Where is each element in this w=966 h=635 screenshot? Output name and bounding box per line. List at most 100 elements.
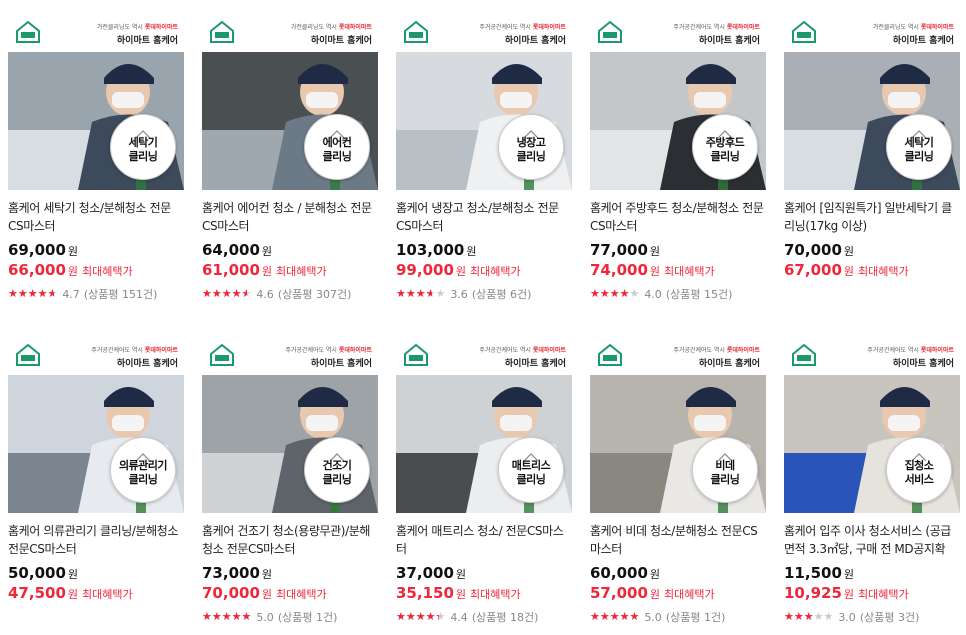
banner-tagline-brand: 롯데하이마트 xyxy=(338,347,372,354)
review-prefix: 상품평 xyxy=(864,611,895,624)
banner-tagline-brand: 롯데하이마트 xyxy=(920,347,954,354)
homecare-logo-icon xyxy=(209,343,235,367)
product-thumbnail[interactable]: 주거공간케어도 역시 롯데하이마트 하이마트 홈케어 냉장고 클리닝 xyxy=(396,14,572,190)
product-thumbnail[interactable]: 가전클리닝도 역시 롯데하이마트 하이마트 홈케어 세탁기 클리닝 xyxy=(784,14,960,190)
product-thumbnail[interactable]: 주거공간케어도 역시 롯데하이마트 하이마트 홈케어 주방후드 클리닝 xyxy=(590,14,766,190)
product-title[interactable]: 홈케어 [임직원특가] 일반세탁기 클리닝(17kg 이상) xyxy=(784,199,962,235)
sale-price: 66,000 원 최대혜택가 xyxy=(8,261,186,281)
banner-tagline-brand: 롯데하이마트 xyxy=(532,347,566,354)
homecare-logo-icon xyxy=(15,343,41,367)
original-price: 77,000 원 xyxy=(590,241,768,261)
currency-label: 원 xyxy=(67,265,79,278)
banner-tagline-prefix: 주거공간케어도 역시 xyxy=(479,24,531,31)
homecare-logo-icon xyxy=(403,20,429,44)
badge-label: 의류관리기 xyxy=(118,459,168,472)
product-card[interactable]: 가전클리닝도 역시 롯데하이마트 하이마트 홈케어 세탁기 클리닝홈케어 세탁기 청소… xyxy=(8,14,186,302)
review-count[interactable]: (상품평 15건) xyxy=(666,286,733,302)
badge-label: 클리닝 xyxy=(128,473,158,486)
review-count[interactable]: (상품평 151건) xyxy=(84,286,158,302)
currency-label: 원 xyxy=(261,568,273,581)
badge-label: 세탁기 xyxy=(128,136,158,149)
rating-score: 4.6 xyxy=(256,287,274,301)
product-card[interactable]: 주거공간케어도 역시 롯데하이마트 하이마트 홈케어 의류관리기 클리닝홈케어 의류관… xyxy=(8,337,186,604)
review-count[interactable]: (상품평 6건) xyxy=(472,286,532,302)
homecare-logo-icon xyxy=(791,343,817,367)
banner-service-name: 하이마트 홈케어 xyxy=(892,36,954,46)
star-rating-icon: ★★★★★★★★★★ xyxy=(396,610,446,623)
badge-label: 집청소 xyxy=(904,459,934,472)
product-thumbnail[interactable]: 주거공간케어도 역시 롯데하이마트 하이마트 홈케어 비데 클리닝 xyxy=(590,337,766,513)
rating-score: 3.0 xyxy=(838,610,856,624)
star-rating-icon: ★★★★★★★★★★ xyxy=(784,610,834,623)
review-number: 15 xyxy=(703,288,718,301)
product-title[interactable]: 홈케어 세탁기 청소/분해청소 전문CS마스터 xyxy=(8,199,186,235)
star-rating-icon: ★★★★★★★★★★ xyxy=(590,287,640,300)
product-title[interactable]: 홈케어 입주 이사 청소서비스 (공급면적 3.3㎡당, 구매 전 MD공지확인… xyxy=(784,522,962,558)
product-title[interactable]: 홈케어 매트리스 청소/ 전문CS마스터 xyxy=(396,522,574,558)
max-benefit-label: 최대혜택가 xyxy=(470,265,521,278)
banner-service-name: 하이마트 홈케어 xyxy=(892,359,954,369)
product-card[interactable]: 주거공간케어도 역시 롯데하이마트 하이마트 홈케어 집청소 서비스 홈케어 입주 이사… xyxy=(784,337,962,625)
review-count[interactable]: (상품평 1건) xyxy=(666,609,726,625)
currency-label: 원 xyxy=(843,245,855,258)
original-price: 37,000 원 xyxy=(396,564,574,584)
badge-label: 클리닝 xyxy=(710,473,740,486)
original-price-value: 50,000 xyxy=(8,564,66,582)
sale-price: 99,000 원 최대혜택가 xyxy=(396,261,574,281)
badge-label: 매트리스 xyxy=(511,459,551,472)
product-thumbnail[interactable]: 주거공간케어도 역시 롯데하이마트 하이마트 홈케어 집청소 서비스 xyxy=(784,337,960,513)
sale-price-value: 66,000 xyxy=(8,261,66,279)
original-price-value: 69,000 xyxy=(8,241,66,259)
product-thumbnail[interactable]: 가전클리닝도 역시 롯데하이마트 하이마트 홈케어 에어컨 클리닝 xyxy=(202,14,378,190)
review-count[interactable]: (상품평 1건) xyxy=(278,609,338,625)
max-benefit-label: 최대혜택가 xyxy=(470,588,521,601)
product-card[interactable]: 가전클리닝도 역시 롯데하이마트 하이마트 홈케어 에어컨 클리닝홈케어 에어컨 청소… xyxy=(202,14,380,302)
product-title[interactable]: 홈케어 비데 청소/분해청소 전문CS마스터 xyxy=(590,522,768,558)
banner-tagline-prefix: 주거공간케어도 역시 xyxy=(673,347,725,354)
review-prefix: 상품평 xyxy=(282,288,313,301)
review-suffix: 건 xyxy=(523,611,535,624)
product-title[interactable]: 홈케어 냉장고 청소/분해청소 전문CS마스터 xyxy=(396,199,574,235)
product-title[interactable]: 홈케어 의류관리기 클리닝/분해청소 전문CS마스터 xyxy=(8,522,186,558)
product-card[interactable]: 가전클리닝도 역시 롯데하이마트 하이마트 홈케어 세탁기 클리닝홈케어 [임직원특가… xyxy=(784,14,962,281)
currency-label: 원 xyxy=(649,245,661,258)
sale-price-value: 70,000 xyxy=(202,584,260,602)
review-count[interactable]: (상품평 18건) xyxy=(472,609,539,625)
product-card[interactable]: 주거공간케어도 역시 롯데하이마트 하이마트 홈케어 냉장고 클리닝홈케어 냉장고 청… xyxy=(396,14,574,302)
sale-price: 61,000 원 최대혜택가 xyxy=(202,261,380,281)
product-card[interactable]: 주거공간케어도 역시 롯데하이마트 하이마트 홈케어 주방후드 클리닝홈케어 주방후드… xyxy=(590,14,768,302)
review-suffix: 건 xyxy=(710,611,722,624)
product-card[interactable]: 주거공간케어도 역시 롯데하이마트 하이마트 홈케어 매트리스 클리닝홈케어 매트리스… xyxy=(396,337,574,625)
review-count[interactable]: (상품평 3건) xyxy=(860,609,920,625)
product-thumbnail[interactable]: 가전클리닝도 역시 롯데하이마트 하이마트 홈케어 세탁기 클리닝 xyxy=(8,14,184,190)
thumbnail-banner: 주거공간케어도 역시 롯데하이마트 하이마트 홈케어 xyxy=(396,14,572,52)
banner-service-name: 하이마트 홈케어 xyxy=(310,36,372,46)
review-prefix: 상품평 xyxy=(476,288,507,301)
product-thumbnail[interactable]: 주거공간케어도 역시 롯데하이마트 하이마트 홈케어 의류관리기 클리닝 xyxy=(8,337,184,513)
product-card[interactable]: 주거공간케어도 역시 롯데하이마트 하이마트 홈케어 건조기 클리닝홈케어 건조기 청… xyxy=(202,337,380,625)
rating-row: ★★★★★ ★★★★★ 4.7 (상품평 151건) xyxy=(8,286,186,302)
thumbnail-banner: 주거공간케어도 역시 롯데하이마트 하이마트 홈케어 xyxy=(590,14,766,52)
currency-label: 원 xyxy=(843,568,855,581)
house-icon xyxy=(717,124,733,139)
product-thumbnail[interactable]: 주거공간케어도 역시 롯데하이마트 하이마트 홈케어 건조기 클리닝 xyxy=(202,337,378,513)
product-card[interactable]: 주거공간케어도 역시 롯데하이마트 하이마트 홈케어 비데 클리닝홈케어 비데 청소/… xyxy=(590,337,768,625)
rating-row: ★★★★★ ★★★★★ 5.0 (상품평 1건) xyxy=(590,609,768,625)
review-number: 6 xyxy=(509,288,517,301)
badge-label: 클리닝 xyxy=(710,150,740,163)
product-title[interactable]: 홈케어 건조기 청소(용량무관)/분해청소 전문CS마스터 xyxy=(202,522,380,558)
max-benefit-label: 최대혜택가 xyxy=(664,265,715,278)
banner-tagline: 주거공간케어도 역시 롯데하이마트 xyxy=(673,22,760,31)
house-icon xyxy=(329,447,345,462)
product-title[interactable]: 홈케어 주방후드 청소/분해청소 전문CS마스터 xyxy=(590,199,768,235)
currency-label: 원 xyxy=(261,265,273,278)
product-title[interactable]: 홈케어 에어컨 청소 / 분해청소 전문CS마스터 xyxy=(202,199,380,235)
review-number: 1 xyxy=(315,611,323,624)
currency-label: 원 xyxy=(67,568,79,581)
product-thumbnail[interactable]: 주거공간케어도 역시 롯데하이마트 하이마트 홈케어 매트리스 클리닝 xyxy=(396,337,572,513)
review-number: 1 xyxy=(703,611,711,624)
rating-score: 4.7 xyxy=(62,287,80,301)
thumbnail-banner: 주거공간케어도 역시 롯데하이마트 하이마트 홈케어 xyxy=(202,337,378,375)
review-count[interactable]: (상품평 307건) xyxy=(278,286,352,302)
sale-price-value: 61,000 xyxy=(202,261,260,279)
